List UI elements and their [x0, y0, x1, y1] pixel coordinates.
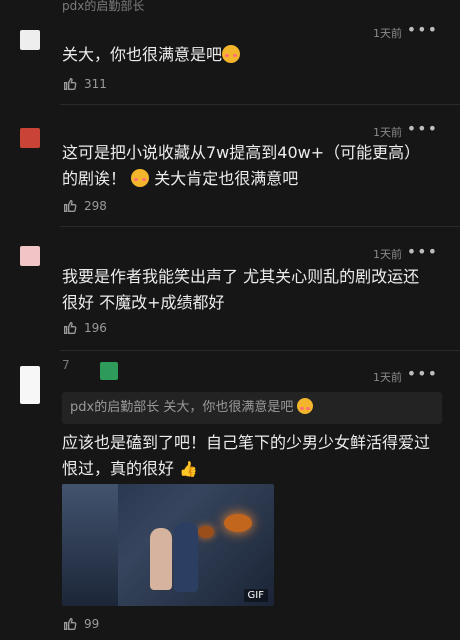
gif-person-shape	[150, 528, 172, 590]
thumbs-up-icon	[64, 321, 77, 334]
comment-text: 这可是把小说收藏从7w提高到40w+（可能更高） 的剧诶！ 关大肯定也很满意吧	[62, 140, 432, 192]
thumbs-up-emoji-icon: 👍	[179, 460, 198, 478]
divider	[60, 104, 460, 105]
comment-text-line-2: 恨过，真的很好 👍	[62, 456, 432, 482]
like-count: 196	[84, 321, 107, 335]
avatar[interactable]	[20, 30, 40, 50]
thumbs-up-icon	[64, 77, 77, 90]
timestamp: 1天前	[373, 248, 402, 261]
badge	[100, 362, 118, 380]
comment-text: 我要是作者我能笑出声了 尤其关心则乱的剧改运还 很好 不魔改+成绩都好	[62, 264, 432, 316]
more-icon[interactable]: •••	[407, 119, 438, 138]
comment-text-line-2: 的剧诶！ 关大肯定也很满意吧	[62, 169, 299, 188]
gif-fire-shape	[224, 514, 252, 532]
comment-text-line-1: 关大，你也很满意是吧	[62, 45, 223, 64]
more-icon[interactable]: •••	[407, 364, 438, 383]
comment-text-line-1: 应该也是磕到了吧！自己笔下的少男少女鲜活得爱过	[62, 433, 431, 452]
avatar[interactable]	[20, 246, 40, 266]
gif-label: GIF	[243, 589, 268, 602]
divider	[60, 226, 460, 227]
avatar[interactable]	[20, 366, 40, 404]
timestamp: 1天前	[373, 126, 402, 139]
blush-emoji-icon	[222, 45, 241, 63]
thumbs-up-icon	[64, 199, 77, 212]
comment-text: 应该也是磕到了吧！自己笔下的少男少女鲜活得爱过 恨过，真的很好 👍	[62, 430, 432, 482]
like-button[interactable]: 196	[62, 320, 107, 336]
gif-wall-shape	[62, 484, 118, 606]
more-icon[interactable]: •••	[407, 242, 438, 261]
like-count: 298	[84, 199, 107, 213]
comment-text-line-2: 很好 不魔改+成绩都好	[62, 293, 225, 312]
comment-text-line-1: 我要是作者我能笑出声了 尤其关心则乱的剧改运还	[62, 267, 420, 286]
more-icon[interactable]: •••	[407, 20, 438, 39]
quoted-reply[interactable]: pdx的启勤部长 关大，你也很满意是吧	[62, 392, 442, 424]
gif-person-shape	[174, 522, 198, 592]
like-button[interactable]: 99	[62, 616, 99, 632]
blush-emoji-icon	[131, 169, 150, 187]
gif-media[interactable]: GIF	[62, 484, 274, 606]
timestamp: 1天前	[373, 371, 402, 384]
comment-text-line-1: 这可是把小说收藏从7w提高到40w+（可能更高）	[62, 143, 421, 162]
avatar[interactable]	[20, 128, 40, 148]
like-count: 311	[84, 77, 107, 91]
username[interactable]: 7	[62, 358, 70, 372]
like-button[interactable]: 311	[62, 76, 107, 92]
timestamp: 1天前	[373, 27, 402, 40]
thumbs-up-icon	[64, 617, 77, 630]
blush-emoji-icon	[297, 398, 314, 414]
like-count: 99	[84, 617, 100, 631]
comment-text: 关大，你也很满意是吧	[62, 42, 432, 68]
gif-fire-shape	[198, 526, 214, 538]
like-button[interactable]: 298	[62, 198, 107, 214]
divider	[60, 350, 460, 351]
username[interactable]: pdx的启勤部长	[62, 0, 144, 14]
